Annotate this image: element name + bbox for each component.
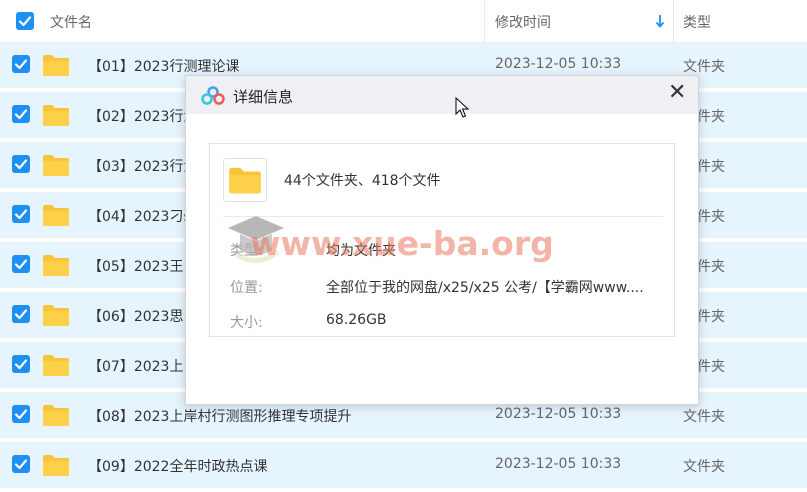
file-type: 件夹 (697, 159, 725, 175)
file-modified-time: 2023-12-05 10:33 (495, 56, 622, 72)
file-type: 件夹 (697, 109, 725, 125)
row-checkbox[interactable] (12, 355, 30, 373)
folder-icon (43, 255, 69, 276)
file-name[interactable]: 【06】2023思 (88, 306, 183, 326)
folder-icon (43, 305, 69, 326)
folder-preview (223, 158, 267, 202)
row-checkbox[interactable] (12, 305, 30, 323)
file-modified-time: 2023-12-05 10:33 (495, 406, 622, 422)
file-name[interactable]: 【05】2023王 (88, 256, 183, 276)
check-icon (14, 459, 28, 470)
file-name[interactable]: 【07】2023上 (88, 356, 183, 376)
size-value: 68.26GB (326, 312, 387, 328)
file-name[interactable]: 【02】2023行测 (88, 106, 197, 126)
size-label: 大小: (230, 315, 263, 331)
check-icon (14, 309, 28, 320)
file-name[interactable]: 【04】2023刁s (88, 206, 191, 226)
file-name[interactable]: 【01】2023行测理论课 (88, 56, 239, 76)
check-icon (14, 409, 28, 420)
divider (223, 216, 663, 217)
file-name[interactable]: 【03】2023行测 (88, 156, 197, 176)
check-icon (14, 359, 28, 370)
file-type: 件夹 (697, 259, 725, 275)
file-modified-time: 2023-12-05 10:33 (495, 456, 622, 472)
folder-icon (43, 55, 69, 76)
folder-icon (43, 455, 69, 476)
dialog-titlebar[interactable]: 详细信息 ✕ (186, 76, 698, 114)
location-value[interactable]: 全部位于我的网盘/x25/x25 公考/【学霸网www.... (326, 277, 666, 297)
select-all-checkbox[interactable] (16, 12, 34, 30)
file-type: 件夹 (697, 359, 725, 375)
file-name[interactable]: 【09】2022全年时政热点课 (88, 456, 267, 476)
file-type: 件夹 (697, 309, 725, 325)
dialog-title: 详细信息 (233, 88, 294, 106)
row-checkbox[interactable] (12, 455, 30, 473)
folder-icon (43, 155, 69, 176)
close-icon[interactable]: ✕ (668, 81, 686, 105)
item-count: 44个文件夹、418个文件 (284, 173, 441, 189)
cloud-logo-icon (201, 86, 225, 105)
folder-icon (229, 167, 261, 194)
check-icon (14, 159, 28, 170)
watermark-text: www.xue-ba.org (250, 224, 554, 263)
mouse-cursor-icon (455, 97, 469, 118)
folder-icon (43, 105, 69, 126)
folder-icon (43, 405, 69, 426)
column-header-modified[interactable]: 修改时间 (484, 0, 674, 42)
column-header-type[interactable]: 类型 (683, 12, 711, 32)
check-icon (14, 59, 28, 70)
row-checkbox[interactable] (12, 155, 30, 173)
check-icon (14, 259, 28, 270)
file-type: 件夹 (697, 209, 725, 225)
column-header-name[interactable]: 文件名 (50, 12, 92, 32)
check-icon (14, 209, 28, 220)
file-name[interactable]: 【08】2023上岸村行测图形推理专项提升 (88, 406, 351, 426)
row-checkbox[interactable] (12, 55, 30, 73)
check-icon (14, 109, 28, 120)
check-icon (18, 16, 32, 27)
row-checkbox[interactable] (12, 105, 30, 123)
list-item[interactable]: 【09】2022全年时政热点课 2023-12-05 10:33 文件夹 (0, 442, 807, 492)
folder-icon (43, 205, 69, 226)
list-header: 文件名 修改时间 类型 (0, 0, 807, 43)
row-checkbox[interactable] (12, 405, 30, 423)
file-type: 文件夹 (683, 459, 725, 475)
row-checkbox[interactable] (12, 255, 30, 273)
file-type: 文件夹 (683, 59, 725, 75)
row-checkbox[interactable] (12, 205, 30, 223)
file-type: 文件夹 (683, 409, 725, 425)
arrow-down-icon[interactable] (655, 14, 665, 28)
location-label: 位置: (230, 280, 263, 296)
folder-icon (43, 355, 69, 376)
column-header-modified-label: 修改时间 (495, 15, 551, 31)
